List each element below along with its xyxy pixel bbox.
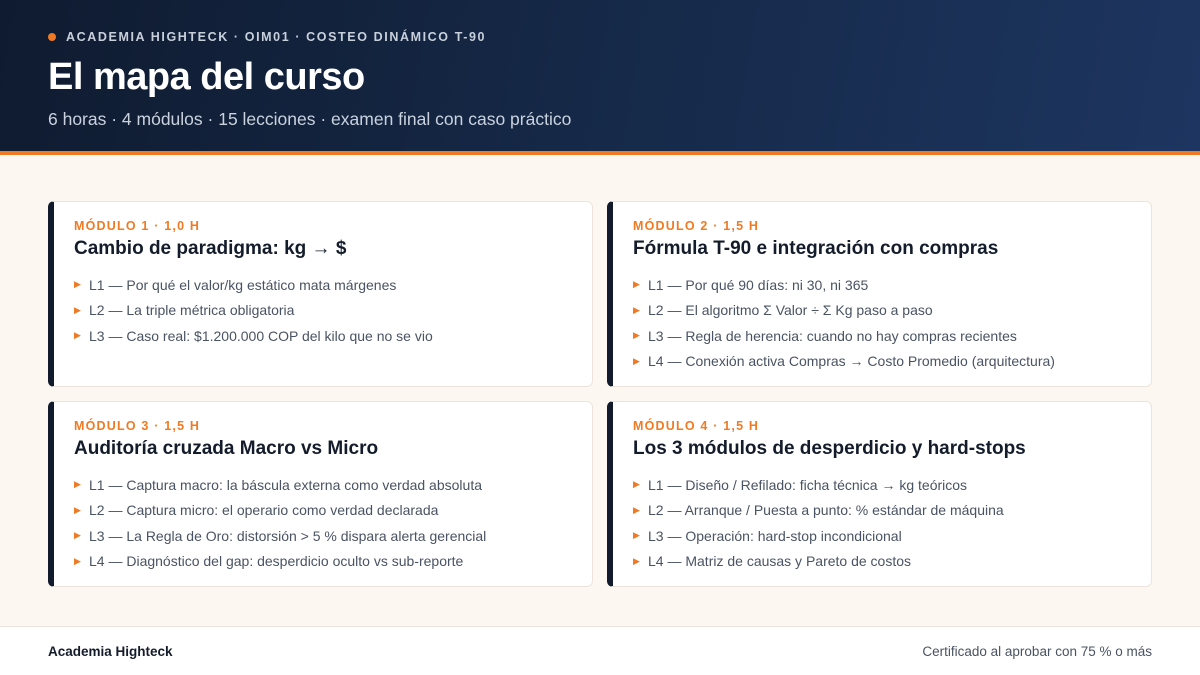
module-label: MÓDULO 2 · 1,5 H	[633, 219, 760, 233]
triangle-bullet-icon: ▶	[633, 330, 640, 341]
lesson-text: L4 — Conexión activa Compras → Costo Pro…	[648, 353, 1055, 370]
triangle-bullet-icon: ▶	[74, 530, 81, 541]
lesson-item: ▶ L3 — Caso real: $1.200.000 COP del kilo…	[74, 323, 433, 349]
triangle-bullet-icon: ▶	[633, 479, 640, 490]
bullet-dot-icon	[48, 33, 56, 41]
lesson-text: L1 — Por qué 90 días: ni 30, ni 365	[648, 276, 869, 293]
lesson-list: ▶ L1 — Captura macro: la báscula externa …	[74, 472, 486, 574]
lesson-text: L1 — Por qué el valor/kg estático mata m…	[89, 276, 397, 293]
lesson-item: ▶ L3 — Regla de herencia: cuando no hay c…	[633, 323, 1055, 349]
kicker-text: ACADEMIA HIGHTECK · OIM01 · COSTEO DINÁM…	[66, 30, 487, 44]
header-banner: ACADEMIA HIGHTECK · OIM01 · COSTEO DINÁM…	[0, 0, 1200, 155]
lesson-text: L3 — Caso real: $1.200.000 COP del kilo …	[89, 327, 433, 344]
triangle-bullet-icon: ▶	[633, 530, 640, 541]
lesson-item: ▶ L4 — Matriz de causas y Pareto de costo…	[633, 549, 1004, 575]
lesson-item: ▶ L2 — Captura micro: el operario como ve…	[74, 498, 486, 524]
certificate-note: Certificado al aprobar con 75 % o más	[922, 644, 1152, 659]
lesson-text: L4 — Matriz de causas y Pareto de costos	[648, 553, 912, 570]
lesson-item: ▶ L1 — Por qué el valor/kg estático mata …	[74, 272, 433, 298]
page-title: El mapa del curso	[48, 56, 365, 98]
module-title: Fórmula T-90 e integración con compras	[633, 238, 999, 259]
lesson-text: L2 — La triple métrica obligatoria	[89, 302, 295, 319]
module-label: MÓDULO 1 · 1,0 H	[74, 219, 201, 233]
lesson-text: L3 — Operación: hard-stop incondicional	[648, 527, 902, 544]
lesson-text: L1 — Diseño / Refilado: ficha técnica → …	[648, 476, 968, 493]
lesson-text: L2 — Captura micro: el operario como ver…	[89, 502, 439, 519]
triangle-bullet-icon: ▶	[633, 555, 640, 566]
lesson-item: ▶ L1 — Por qué 90 días: ni 30, ni 365	[633, 272, 1055, 298]
lesson-text: L3 — La Regla de Oro: distorsión > 5 % d…	[89, 527, 487, 544]
lesson-list: ▶ L1 — Por qué 90 días: ni 30, ni 365 ▶ L2…	[633, 272, 1055, 374]
lesson-item: ▶ L2 — El algoritmo Σ Valor ÷ Σ Kg paso a…	[633, 298, 1055, 324]
triangle-bullet-icon: ▶	[633, 304, 640, 315]
module-label: MÓDULO 4 · 1,5 H	[633, 419, 760, 433]
lesson-text: L1 — Captura macro: la báscula externa c…	[89, 476, 482, 493]
triangle-bullet-icon: ▶	[74, 504, 81, 515]
triangle-bullet-icon: ▶	[74, 279, 81, 290]
module-card-2: MÓDULO 2 · 1,5 H Fórmula T-90 e integrac…	[607, 201, 1152, 387]
lesson-item: ▶ L2 — La triple métrica obligatoria	[74, 298, 433, 324]
footer: Academia Highteck Certificado al aprobar…	[0, 626, 1200, 675]
lesson-item: ▶ L1 — Captura macro: la báscula externa …	[74, 472, 486, 498]
module-label: MÓDULO 3 · 1,5 H	[74, 419, 201, 433]
page-subtitle: 6 horas · 4 módulos · 15 lecciones · exa…	[48, 109, 572, 129]
lesson-text: L2 — Arranque / Puesta a punto: % estánd…	[648, 502, 1004, 519]
lesson-list: ▶ L1 — Por qué el valor/kg estático mata …	[74, 272, 433, 349]
footer-brand: Academia Highteck	[48, 644, 173, 659]
lesson-list: ▶ L1 — Diseño / Refilado: ficha técnica →…	[633, 472, 1004, 574]
triangle-bullet-icon: ▶	[74, 304, 81, 315]
lesson-text: L3 — Regla de herencia: cuando no hay co…	[648, 327, 1017, 344]
lesson-item: ▶ L1 — Diseño / Refilado: ficha técnica →…	[633, 472, 1004, 498]
module-card-4: MÓDULO 4 · 1,5 H Los 3 módulos de desper…	[607, 401, 1152, 587]
triangle-bullet-icon: ▶	[74, 479, 81, 490]
module-card-3: MÓDULO 3 · 1,5 H Auditoría cruzada Macro…	[48, 401, 593, 587]
lesson-item: ▶ L4 — Diagnóstico del gap: desperdicio o…	[74, 549, 486, 575]
lesson-item: ▶ L2 — Arranque / Puesta a punto: % están…	[633, 498, 1004, 524]
triangle-bullet-icon: ▶	[633, 279, 640, 290]
lesson-text: L4 — Diagnóstico del gap: desperdicio oc…	[89, 553, 464, 570]
module-card-1: MÓDULO 1 · 1,0 H Cambio de paradigma: kg…	[48, 201, 593, 387]
lesson-item: ▶ L3 — La Regla de Oro: distorsión > 5 % …	[74, 523, 486, 549]
module-title: Cambio de paradigma: kg → $	[74, 238, 347, 259]
lesson-item: ▶ L4 — Conexión activa Compras → Costo Pr…	[633, 349, 1055, 375]
triangle-bullet-icon: ▶	[633, 504, 640, 515]
kicker: ACADEMIA HIGHTECK · OIM01 · COSTEO DINÁM…	[48, 30, 486, 44]
lesson-item: ▶ L3 — Operación: hard-stop incondicional	[633, 523, 1004, 549]
module-title: Auditoría cruzada Macro vs Micro	[74, 438, 379, 459]
module-title: Los 3 módulos de desperdicio y hard-stop…	[633, 438, 1026, 459]
triangle-bullet-icon: ▶	[74, 555, 81, 566]
triangle-bullet-icon: ▶	[74, 330, 81, 341]
triangle-bullet-icon: ▶	[633, 355, 640, 366]
lesson-text: L2 — El algoritmo Σ Valor ÷ Σ Kg paso a …	[648, 302, 933, 319]
